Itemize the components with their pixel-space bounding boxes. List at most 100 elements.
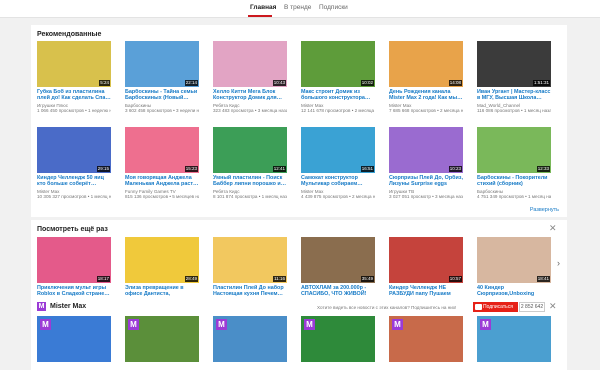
video-title[interactable]: Киндер Челлендж 50 яиц кто больше соберё… [37,175,111,188]
video-thumbnail[interactable]: 10:43 [213,41,287,87]
video-card[interactable]: 29:15 Киндер Челлендж 50 яиц кто больше с… [37,127,111,201]
video-card[interactable]: 14:08 День Рождения канала Mister Max 2 г… [389,41,463,115]
duration-badge: 1:51:31 [532,80,550,86]
video-meta: 7 685 668 просмотров • 2 месяца назад [389,108,463,113]
video-thumbnail[interactable]: M [389,316,463,362]
video-title[interactable]: Иван Ургант | Мастер-класс в МГУ, Высшая… [477,89,551,102]
video-title[interactable]: Моя говорящая Анджела Маленькая Анджела … [125,175,199,188]
duration-badge: 18:41 [536,276,550,282]
video-card[interactable]: 12:41 Умный пластилин - Поиск Баббер липн… [213,127,287,201]
active-tab-indicator [248,15,272,17]
video-thumbnail[interactable]: 10:02 [301,41,375,87]
video-thumbnail[interactable]: M [477,316,551,362]
video-thumbnail[interactable]: 28:49 [125,237,199,283]
video-thumbnail[interactable]: M [301,316,375,362]
video-card[interactable]: 5:24 Губка Боб из пластилина плей до! Как… [37,41,111,115]
video-title[interactable]: День Рождения канала Mister Max 2 года! … [389,89,463,102]
close-icon[interactable]: ✕ [549,301,557,312]
tab-subscriptions[interactable]: Подписки [319,4,348,11]
video-title[interactable]: Пластилин Плей До набор Настоящая кухня … [213,285,287,298]
video-meta: 1 066 450 просмотров • 1 неделю назад [37,108,111,113]
video-thumbnail[interactable]: 10:23 [389,127,463,173]
video-title[interactable]: Сюрпризы Плей До, Орбиз, Лизуны Surprise… [389,175,463,188]
video-title[interactable]: Самокат конструктор Мультикар собираем… [301,175,375,188]
video-thumbnail[interactable]: 15:23 [125,127,199,173]
expand-link[interactable]: Развернуть [530,207,559,213]
video-meta: 12 141 678 просмотров • 2 месяца назад [301,108,375,113]
video-title[interactable]: Барбоскины - Покорители стихий (сборник) [477,175,551,188]
video-thumbnail[interactable]: 16:51 [301,127,375,173]
video-card[interactable]: 10:23 Сюрпризы Плей До, Орбиз, Лизуны Sur… [389,127,463,201]
video-card[interactable]: 10:43 Хелло Китти Мега Блок Конструктор Д… [213,41,287,115]
tab-trending[interactable]: В тренде [284,4,311,11]
video-title[interactable]: 40 Киндер Сюрпризов,Unboxing Kinder Surp… [477,285,551,298]
video-meta: 8 101 874 просмотра • 1 месяц назад [213,194,287,199]
video-meta: 4 439 875 просмотров • 2 месяца назад [301,194,375,199]
video-thumbnail[interactable]: 29:15 [37,127,111,173]
video-card[interactable]: 15:23 Моя говорящая Анджела Маленькая Анд… [125,127,199,201]
video-title[interactable]: Умный пластилин - Поиск Баббер липни пор… [213,175,287,188]
video-card[interactable]: 10:02 Макс строит Домик из большого конст… [301,41,375,115]
video-meta: 323 483 просмотра • 3 месяца назад [213,108,287,113]
channel-logo: M [392,319,403,330]
video-title[interactable]: АВТОХЛАМ за 200.000р - СПАСИБО, ЧТО ЖИВО… [301,285,375,298]
video-title[interactable]: Киндер Челлендж НЕ РАЗБУДИ папу Пушаем ш… [389,285,463,298]
duration-badge: 28:49 [184,276,198,282]
subscribe-button[interactable]: Подписаться [473,302,518,312]
duration-badge: 29:15 [96,166,110,172]
duration-badge: 10:02 [360,80,374,86]
video-thumbnail[interactable]: 12:33 [477,127,551,173]
video-meta: 3 602 458 просмотров • 3 недели назад [125,108,199,113]
subscribe-prompt: Хотите видеть все новости с этих каналов… [317,305,457,310]
channel-name[interactable]: Mister Max [50,303,86,310]
duration-badge: 12:33 [536,166,550,172]
channel-logo: M [480,319,491,330]
video-card[interactable]: 22:14 Барбоскины - Тайна семьи Барбоскины… [125,41,199,115]
video-thumbnail[interactable]: 10:57 [389,237,463,283]
video-title[interactable]: Приключения мульт игры Roblox в Сладкой … [37,285,111,298]
recommended-section: Рекомендованные 5:24 Губка Боб из пластил… [31,25,567,217]
video-thumbnail[interactable]: 11:16 [213,237,287,283]
duration-badge: 10:23 [448,166,462,172]
duration-badge: 15:23 [184,166,198,172]
video-thumbnail[interactable]: 12:41 [213,127,287,173]
video-thumbnail[interactable]: M [213,316,287,362]
channel-logo: M [40,319,51,330]
video-thumbnail[interactable]: 22:14 [125,41,199,87]
video-thumbnail[interactable]: M [125,316,199,362]
video-card[interactable]: 16:51 Самокат конструктор Мультикар собир… [301,127,375,201]
section-title: Посмотреть ещё раз [37,226,108,233]
video-thumbnail[interactable]: 18:41 [477,237,551,283]
video-thumbnail[interactable]: 14:08 [389,41,463,87]
close-icon[interactable]: ✕ [549,223,557,234]
video-meta: 116 086 просмотров • 1 месяц назад [477,108,551,113]
channel-logo: M [128,319,139,330]
section-title: Рекомендованные [37,31,102,38]
video-title[interactable]: Макс строит Домик из большого конструкто… [301,89,375,102]
video-meta: 4 751 349 просмотров • 1 месяц назад [477,194,551,199]
video-thumbnail[interactable]: 1:51:31 [477,41,551,87]
video-thumbnail[interactable]: 35:49 [301,237,375,283]
video-title[interactable]: Губка Боб из пластилина плей до! Как сде… [37,89,111,102]
subscribe-label: Подписаться [483,304,513,310]
duration-badge: 35:49 [360,276,374,282]
video-title[interactable]: Хелло Китти Мега Блок Конструктор Домик … [213,89,287,102]
duration-badge: 10:43 [272,80,286,86]
top-nav: Главная В тренде Подписки [0,0,600,18]
subscriber-count: 2 852 642 [519,302,545,312]
tab-home[interactable]: Главная [250,4,276,11]
chevron-right-icon[interactable]: › [557,258,560,268]
video-card[interactable]: 1:51:31 Иван Ургант | Мастер-класс в МГУ,… [477,41,551,115]
duration-badge: 5:24 [99,80,110,86]
youtube-icon [475,304,482,310]
video-title[interactable]: Барбоскины - Тайна семьи Барбоскиных (Но… [125,89,199,102]
duration-badge: 16:51 [360,166,374,172]
video-thumbnail[interactable]: M [37,316,111,362]
video-card[interactable]: 12:33 Барбоскины - Покорители стихий (сбо… [477,127,551,201]
duration-badge: 12:41 [272,166,286,172]
channel-avatar[interactable]: M [37,302,46,311]
video-thumbnail[interactable]: 5:24 [37,41,111,87]
video-title[interactable]: Элиза превращение в офисе Дантиста, Силь… [125,285,199,298]
video-thumbnail[interactable]: 18:17 [37,237,111,283]
watch-again-section: Посмотреть ещё раз ✕ 18:17 Приключения му… [31,220,567,309]
